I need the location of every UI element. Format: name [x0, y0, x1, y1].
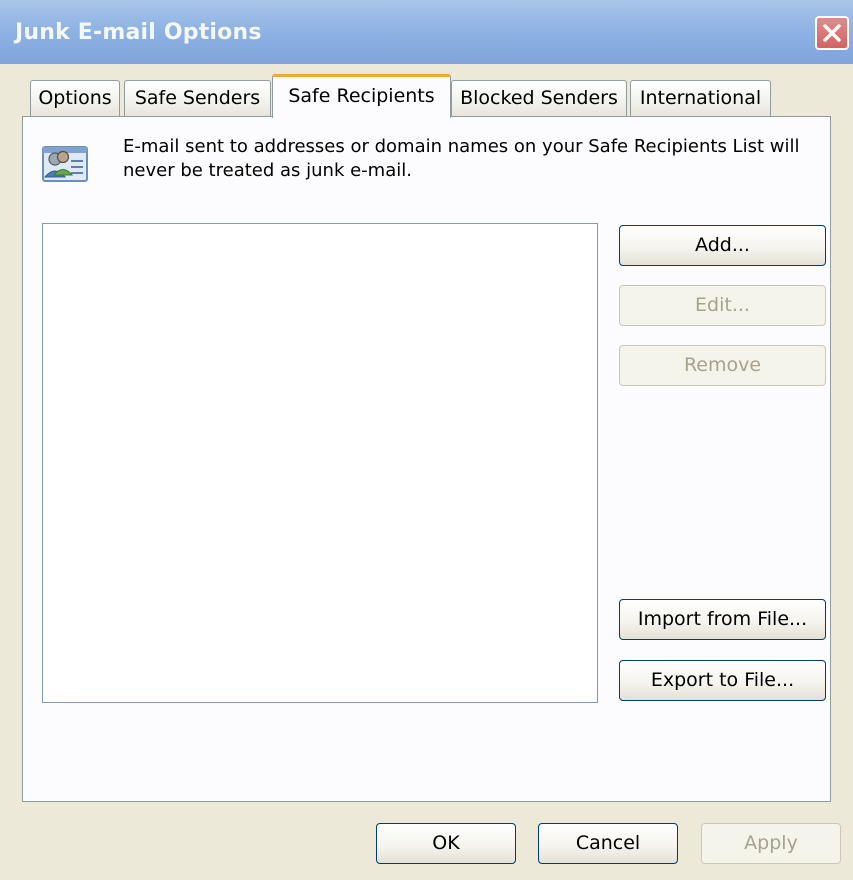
- remove-button[interactable]: Remove: [619, 345, 826, 386]
- tab-international[interactable]: International: [630, 80, 771, 117]
- tab-safe-recipients-label: Safe Recipients: [288, 85, 435, 107]
- tab-safe-senders-label: Safe Senders: [134, 87, 261, 109]
- apply-button[interactable]: Apply: [701, 823, 841, 864]
- tab-safe-senders[interactable]: Safe Senders: [124, 80, 271, 117]
- address-book-people-icon: [42, 146, 88, 182]
- close-icon: [823, 24, 841, 42]
- tab-blocked-senders-label: Blocked Senders: [460, 87, 618, 109]
- title-bar: Junk E-mail Options: [0, 0, 853, 64]
- safe-recipients-list[interactable]: [42, 223, 598, 703]
- safe-recipients-description: E-mail sent to addresses or domain names…: [123, 136, 800, 181]
- edit-button[interactable]: Edit...: [619, 285, 826, 326]
- window-title: Junk E-mail Options: [15, 20, 262, 45]
- ok-button[interactable]: OK: [376, 823, 516, 864]
- tab-international-label: International: [639, 87, 762, 109]
- add-button[interactable]: Add...: [619, 225, 826, 266]
- tab-blocked-senders[interactable]: Blocked Senders: [451, 80, 627, 117]
- tab-panel-safe-recipients: E-mail sent to addresses or domain names…: [22, 116, 831, 802]
- export-to-file-button[interactable]: Export to File...: [619, 660, 826, 701]
- cancel-button[interactable]: Cancel: [538, 823, 678, 864]
- tab-safe-recipients[interactable]: Safe Recipients: [272, 74, 451, 118]
- tab-options[interactable]: Options: [30, 80, 120, 117]
- close-button[interactable]: [815, 16, 849, 50]
- import-from-file-button[interactable]: Import from File...: [619, 599, 826, 640]
- tab-options-label: Options: [38, 87, 112, 109]
